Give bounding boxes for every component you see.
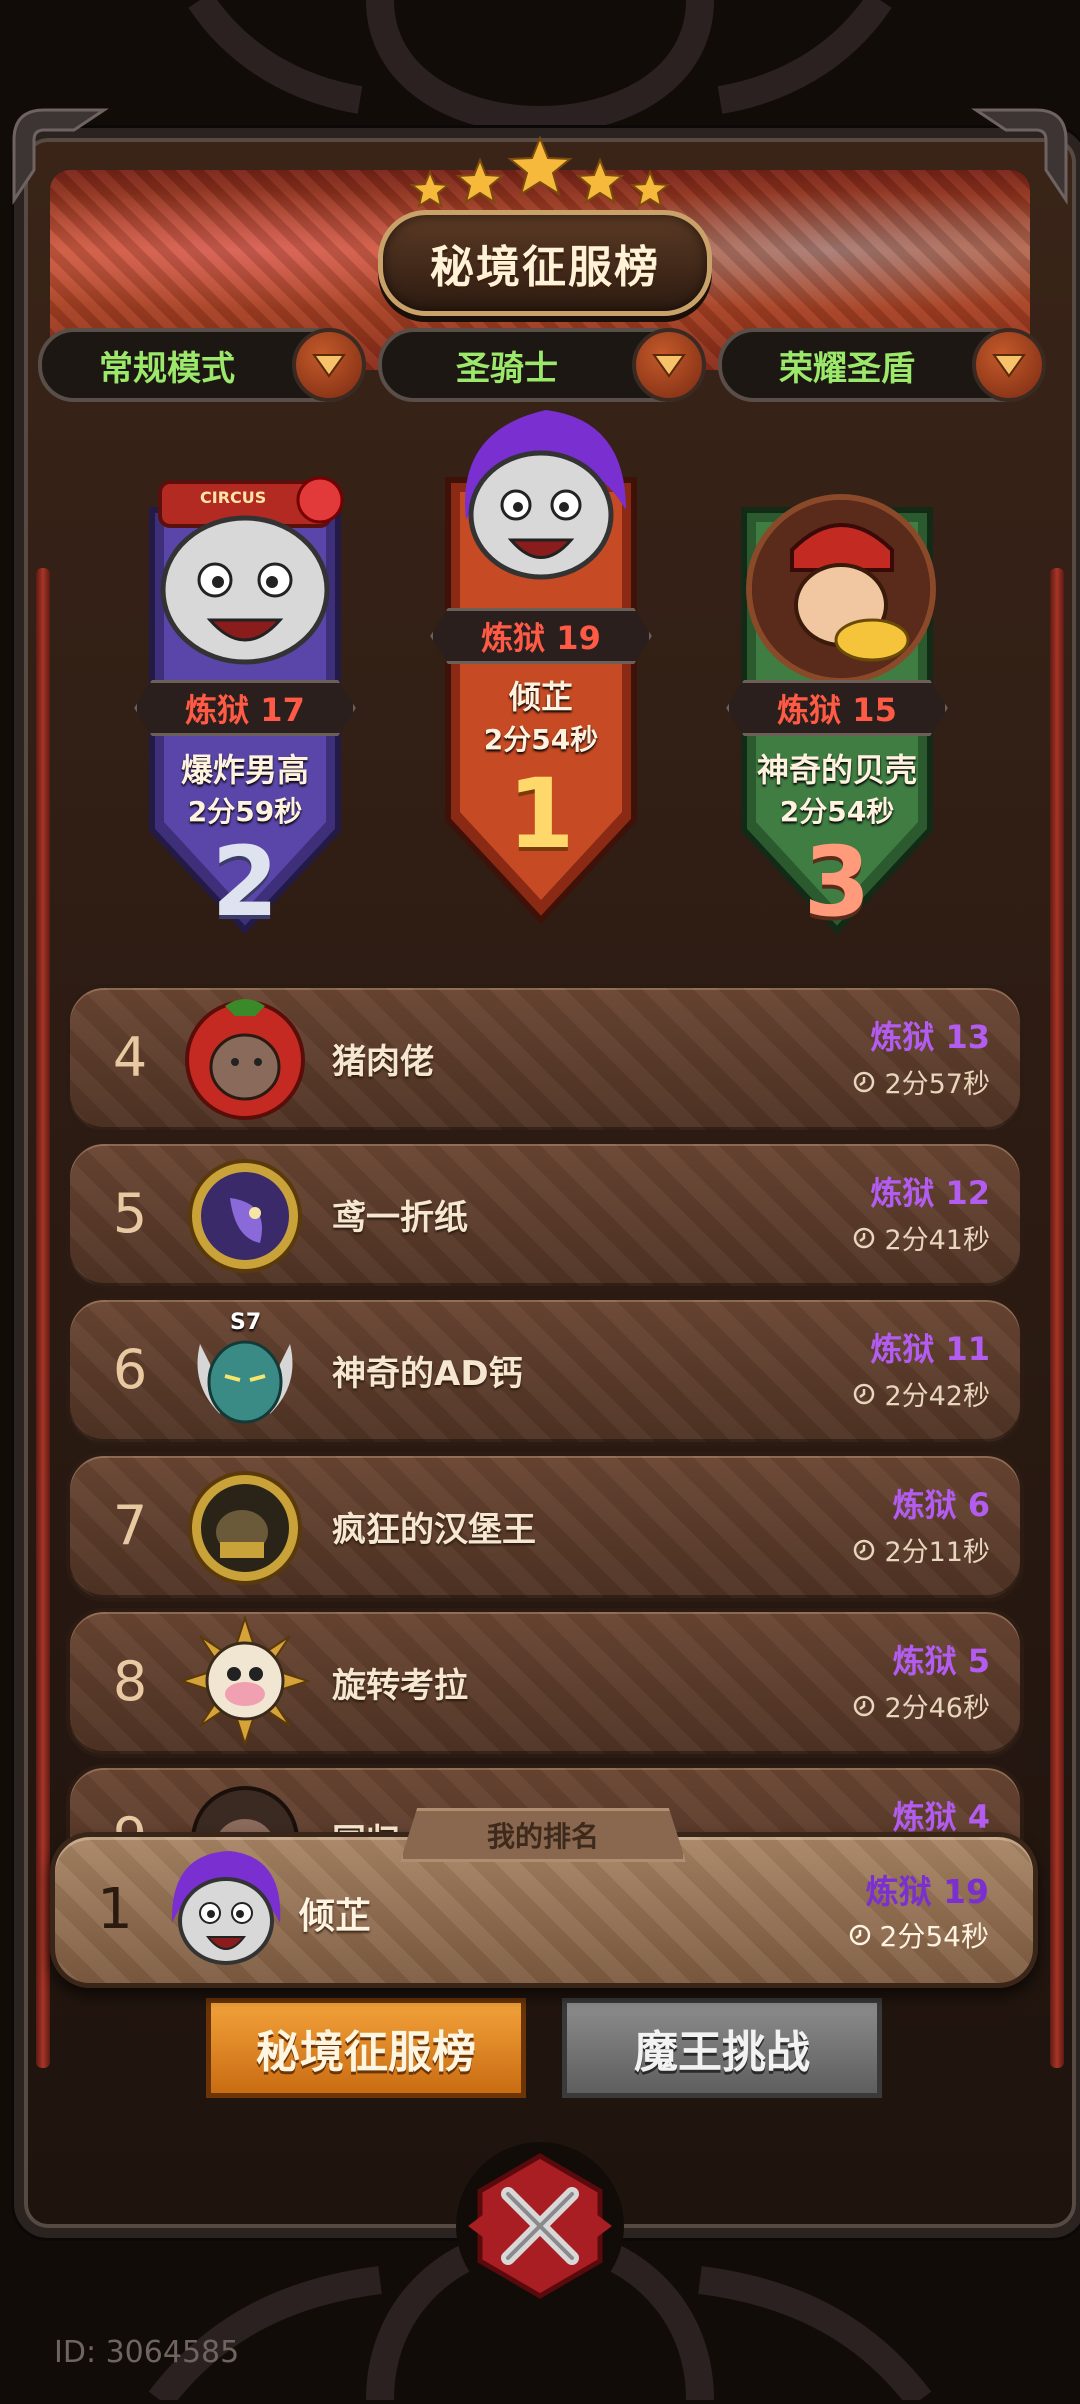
row-rank: 6 bbox=[112, 1338, 148, 1401]
clock-icon bbox=[854, 1539, 875, 1560]
row-rank: 5 bbox=[112, 1182, 148, 1245]
row-time: 2分57秒 bbox=[852, 1062, 990, 1101]
leaderboard-row[interactable]: 5 鸢一折纸 炼狱 12 2分41秒 bbox=[66, 1140, 1024, 1290]
my-rank-time-value: 2分54秒 bbox=[879, 1920, 989, 1953]
avatar-red-hat-hero bbox=[746, 494, 936, 684]
star-icon bbox=[409, 135, 671, 209]
row-level: 炼狱 13 bbox=[870, 1018, 990, 1056]
avatar-purple-flame-cat bbox=[465, 410, 626, 580]
mode-filter-label: 常规模式 bbox=[99, 348, 235, 389]
clock-icon bbox=[854, 1227, 875, 1248]
row-level: 炼狱 5 bbox=[892, 1642, 990, 1680]
avatar-moon-emblem bbox=[188, 1159, 302, 1273]
podium-third-time: 2分54秒 bbox=[779, 795, 895, 828]
chevron-down-icon[interactable] bbox=[632, 328, 706, 402]
podium-second-name: 爆炸男高 bbox=[180, 751, 309, 789]
podium-third-place[interactable]: 炼狱 15 神奇的贝壳 2分54秒 3 bbox=[726, 470, 948, 940]
user-id-text: ID: 3064585 bbox=[54, 2335, 240, 2370]
podium-second-time: 2分59秒 bbox=[187, 795, 303, 828]
podium-third-name: 神奇的贝壳 bbox=[756, 751, 917, 789]
my-rank-tab: 我的排名 bbox=[400, 1808, 686, 1862]
leaderboard-row[interactable]: 4 猪肉佬 炼狱 13 2分57秒 bbox=[66, 984, 1024, 1134]
podium-first-time: 2分54秒 bbox=[483, 723, 599, 756]
chevron-down-icon[interactable] bbox=[292, 328, 366, 402]
my-rank-level: 炼狱 19 bbox=[865, 1872, 989, 1911]
row-player-name: 猪肉佬 bbox=[332, 1042, 434, 1082]
podium-second-level-badge: 炼狱 17 bbox=[100, 680, 390, 736]
clock-icon bbox=[854, 1383, 875, 1404]
row-time-value: 2分42秒 bbox=[884, 1381, 990, 1412]
podium-first-place[interactable]: 炼狱 19 倾芷 2分54秒 1 bbox=[430, 400, 652, 930]
tab-conquest-leaderboard[interactable]: 秘境征服榜 bbox=[206, 1998, 526, 2098]
class-filter-label: 圣骑士 bbox=[456, 348, 558, 389]
row-rank: 7 bbox=[112, 1494, 148, 1557]
podium-third-level: 炼狱 15 bbox=[726, 680, 948, 736]
podium-second-place[interactable]: CIRCUS 炼狱 17 爆炸男高 2分59秒 2 bbox=[134, 470, 356, 940]
my-rank-player-name: 倾芷 bbox=[299, 1896, 372, 1937]
row-time-value: 2分41秒 bbox=[884, 1225, 990, 1256]
row-player-name: 神奇的AD钙 bbox=[332, 1354, 523, 1394]
podium-first-name: 倾芷 bbox=[508, 678, 573, 716]
deck-filter-dropdown[interactable]: 荣耀圣盾 bbox=[718, 328, 1046, 402]
leaderboard-row[interactable]: 7 疯狂的汉堡王 炼狱 6 2分11秒 bbox=[66, 1452, 1024, 1602]
avatar-purple-flame-cat bbox=[171, 1851, 281, 1965]
row-player-name: 鸢一折纸 bbox=[332, 1198, 468, 1238]
circus-hat-label: CIRCUS bbox=[200, 488, 267, 507]
leaderboard-row[interactable]: 8 旋转考拉 炼狱 5 2分46秒 bbox=[66, 1608, 1024, 1758]
row-player-name: 旋转考拉 bbox=[332, 1666, 468, 1706]
row-time-value: 2分46秒 bbox=[884, 1693, 990, 1724]
row-rank: 8 bbox=[112, 1650, 148, 1713]
tab-demon-king-challenge[interactable]: 魔王挑战 bbox=[562, 1998, 882, 2098]
row-time-value: 2分11秒 bbox=[884, 1537, 990, 1568]
class-filter-dropdown[interactable]: 圣骑士 bbox=[378, 328, 706, 402]
right-rail bbox=[1050, 568, 1064, 2068]
podium-third-level-badge: 炼狱 15 bbox=[692, 680, 982, 736]
my-rank-time: 2分54秒 bbox=[848, 1915, 989, 1955]
page-title-text: 秘境征服榜 bbox=[430, 242, 660, 293]
podium-second-level: 炼狱 17 bbox=[134, 680, 356, 736]
close-icon[interactable] bbox=[450, 2136, 630, 2316]
row-level: 炼狱 6 bbox=[892, 1486, 990, 1524]
podium-third-place-number: 3 bbox=[803, 826, 871, 938]
avatar-tomato-pig bbox=[185, 999, 305, 1120]
chevron-down-icon[interactable] bbox=[972, 328, 1046, 402]
podium-second-place-number: 2 bbox=[211, 826, 279, 938]
deck-filter-label: 荣耀圣盾 bbox=[779, 348, 915, 389]
podium-first-place-number: 1 bbox=[507, 758, 575, 870]
podium-first-level-badge: 炼狱 19 bbox=[396, 608, 686, 664]
avatar-golden-dragon-frame bbox=[188, 1471, 302, 1585]
clock-icon bbox=[854, 1071, 875, 1092]
leaderboard-row[interactable]: 6 S7 神奇的AD钙 炼狱 11 2分42秒 bbox=[66, 1296, 1024, 1446]
row-level: 炼狱 11 bbox=[870, 1330, 990, 1368]
my-rank-number: 1 bbox=[97, 1877, 133, 1942]
row-level: 炼狱 12 bbox=[870, 1174, 990, 1212]
row-rank: 4 bbox=[112, 1026, 148, 1089]
row-time: 2分42秒 bbox=[852, 1374, 990, 1413]
row-time: 2分46秒 bbox=[852, 1686, 990, 1725]
page-title: 秘境征服榜 bbox=[378, 210, 712, 316]
clock-icon bbox=[849, 1924, 870, 1946]
left-rail bbox=[36, 568, 50, 2068]
avatar-season-badge: S7 bbox=[230, 1310, 262, 1335]
row-time: 2分11秒 bbox=[852, 1530, 990, 1569]
row-player-name: 疯狂的汉堡王 bbox=[332, 1510, 536, 1550]
avatar-sun-cow bbox=[180, 1616, 310, 1746]
row-time: 2分41秒 bbox=[852, 1218, 990, 1257]
row-time-value: 2分57秒 bbox=[884, 1069, 990, 1100]
mode-filter-dropdown[interactable]: 常规模式 bbox=[38, 328, 366, 402]
clock-icon bbox=[854, 1695, 875, 1716]
podium-first-level: 炼狱 19 bbox=[430, 608, 652, 664]
